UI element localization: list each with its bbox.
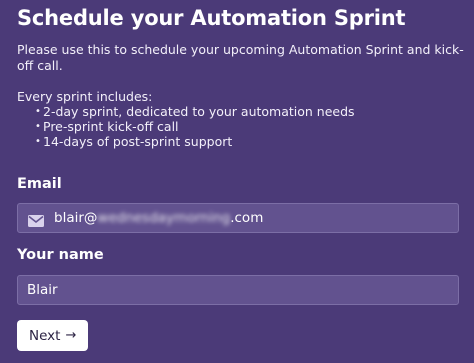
includes-heading: Every sprint includes: — [17, 89, 153, 104]
email-value-suffix: .com — [230, 210, 264, 226]
sprint-includes: Every sprint includes: 2-day sprint, ded… — [17, 89, 467, 149]
schedule-form-page: Schedule your Automation Sprint Please u… — [0, 0, 474, 363]
name-label: Your name — [17, 247, 104, 263]
includes-item: 14-days of post-sprint support — [35, 134, 467, 149]
envelope-icon — [28, 212, 44, 227]
includes-item: 2-day sprint, dedicated to your automati… — [35, 104, 467, 119]
includes-item: Pre-sprint kick-off call — [35, 119, 467, 134]
page-title: Schedule your Automation Sprint — [17, 6, 406, 30]
email-label: Email — [17, 176, 62, 192]
next-button[interactable]: Next → — [17, 320, 89, 351]
email-field[interactable]: blair@wednesdaymorning.com — [17, 203, 459, 233]
arrow-right-icon: → — [65, 328, 77, 343]
email-value-redacted: wednesdaymorning — [97, 210, 231, 226]
includes-list: 2-day sprint, dedicated to your automati… — [17, 104, 467, 149]
name-field[interactable]: Blair — [17, 275, 459, 305]
next-button-label: Next — [29, 327, 61, 344]
email-value: blair@wednesdaymorning.com — [54, 210, 263, 226]
email-value-prefix: blair@ — [54, 210, 98, 226]
name-value: Blair — [27, 282, 58, 298]
intro-text: Please use this to schedule your upcomin… — [17, 42, 464, 73]
